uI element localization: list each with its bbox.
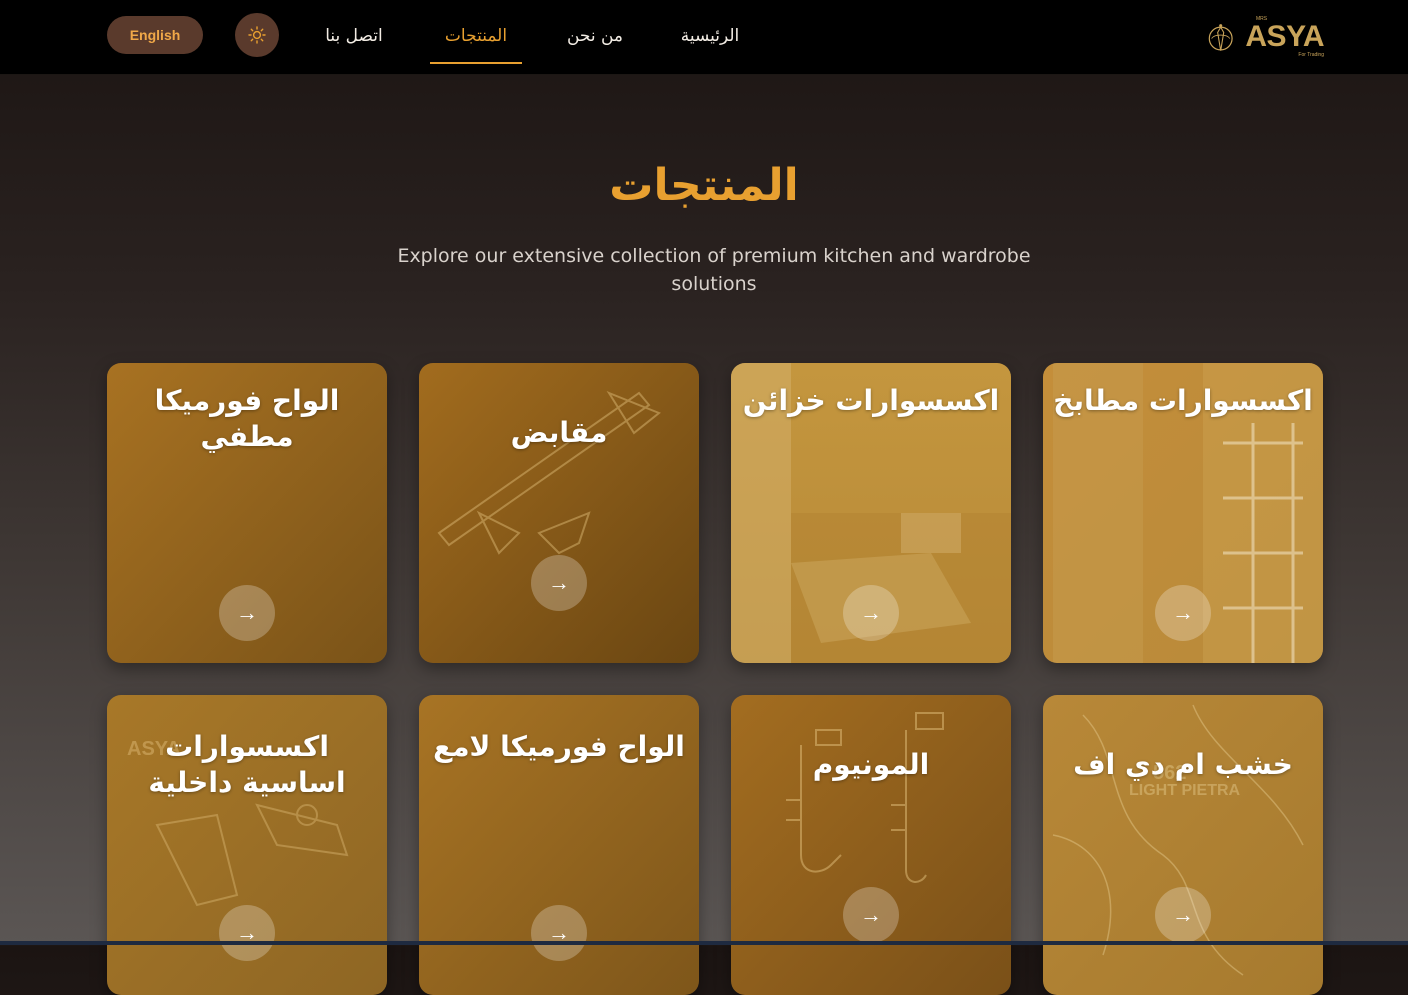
product-card-glossy-formica[interactable]: الواح فورميكا لامع → [419,695,699,995]
mdf-art-name: LIGHT PIETRA [1129,782,1241,799]
product-card-aluminium[interactable]: المونيوم → [731,695,1011,995]
handles-image [419,363,699,663]
product-card-title: المونيوم [812,748,930,781]
product-card-kitchen-accessories[interactable]: اكسسوارات مطابخ → [1043,363,1323,663]
page-title: المنتجات [609,160,799,211]
product-card-handles[interactable]: مقابض → [419,363,699,663]
page-subtitle: Explore our extensive collection of prem… [397,245,1031,295]
aluminium-image [731,695,1011,995]
language-toggle-button[interactable]: English [107,16,203,54]
logo-sub-text: For Trading [1298,52,1324,58]
arrow-right-icon[interactable]: → [843,887,899,943]
nav-link-about[interactable]: من نحن [560,22,630,50]
product-card-mdf-wood[interactable]: 562 LIGHT PIETRA خشب ام دي اف → [1043,695,1323,995]
arrow-right-icon[interactable]: → [531,555,587,611]
logo-emblem-icon [1208,24,1233,51]
nav-link-home[interactable]: الرئيسية [675,22,745,50]
product-card-title: اكسسوارات مطابخ [1053,384,1313,417]
product-card-title: خشب ام دي اف [1073,748,1293,781]
nav-link-contact[interactable]: اتصل بنا [318,22,390,50]
product-card-title: اكسسوارات خزائن [742,384,1000,417]
mdf-wood-image: 562 LIGHT PIETRA [1043,695,1323,995]
logo-brand-text: ASYA [1245,20,1324,53]
product-card-matte-formica[interactable]: الواح فورميكا مطفي → [107,363,387,663]
brand-logo[interactable]: MRS ASYA For Trading [1204,14,1324,60]
arrow-right-icon[interactable]: → [843,585,899,641]
arrow-right-icon[interactable]: → [219,585,275,641]
top-nav: English اتصل بنا المنتجات من نحن الرئيسي… [0,0,1408,75]
arrow-right-icon[interactable]: → [531,905,587,961]
product-card-title: الواح فورميكا مطفي [154,384,340,453]
active-nav-underline [430,62,522,64]
nav-link-products[interactable]: المنتجات [430,22,522,50]
theme-toggle-button[interactable] [235,13,279,57]
arrow-right-icon[interactable]: → [1155,887,1211,943]
sun-icon [248,26,266,44]
product-card-interior-accessories[interactable]: ASYA اكسسوارات اساسية داخلية → [107,695,387,995]
product-card-title: مقابض [510,416,608,449]
arrow-right-icon[interactable]: → [219,905,275,961]
product-card-title: اكسسوارات اساسية داخلية [148,730,346,799]
bottom-edge [0,941,1408,945]
arrow-right-icon[interactable]: → [1155,585,1211,641]
product-card-title: الواح فورميكا لامع [433,730,685,763]
product-card-wardrobe-accessories[interactable]: اكسسوارات خزائن → [731,363,1011,663]
